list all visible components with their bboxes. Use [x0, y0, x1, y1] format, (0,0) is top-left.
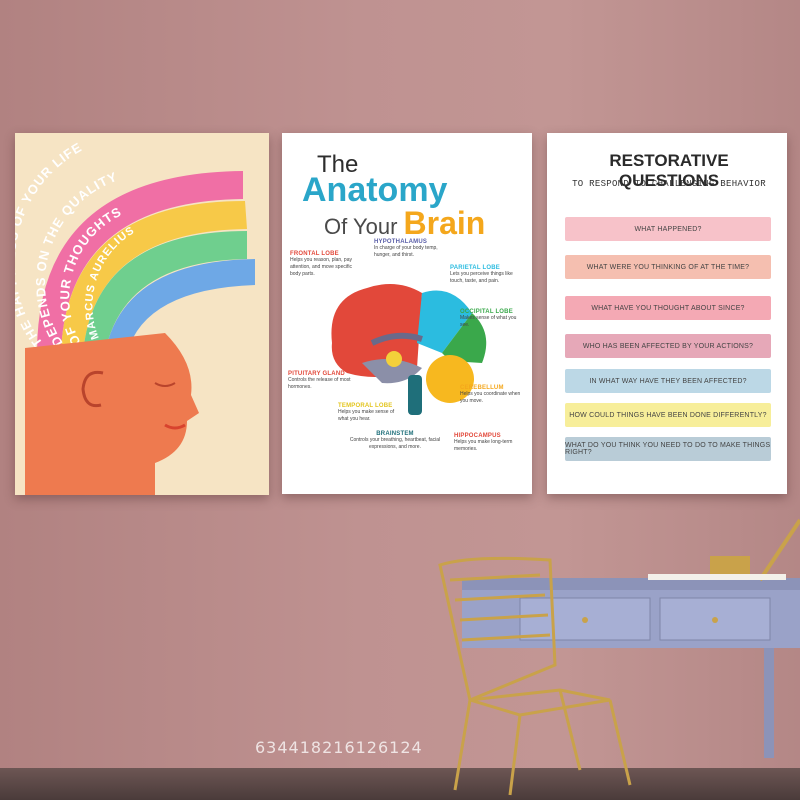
furniture	[438, 518, 800, 796]
lamp	[710, 518, 800, 582]
desk	[462, 578, 800, 758]
books	[648, 574, 786, 580]
watermark: 634418216126124	[255, 738, 423, 757]
